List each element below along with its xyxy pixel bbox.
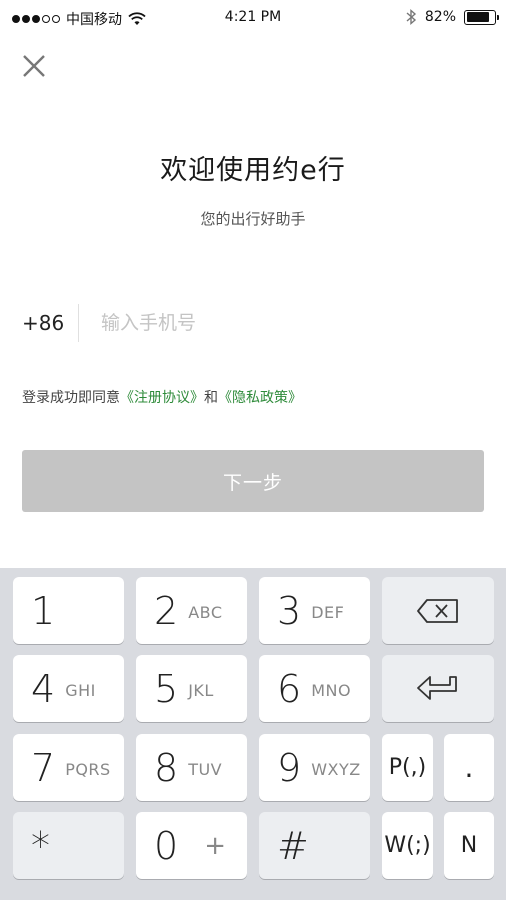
pause-key[interactable]: P(,)	[382, 734, 433, 801]
key-5[interactable]: 5 JKL	[136, 655, 247, 722]
backspace-key[interactable]	[382, 577, 494, 644]
battery-icon	[464, 9, 499, 25]
battery-fill	[466, 12, 489, 22]
key-3-number: 3	[277, 588, 302, 633]
dot-key-label: .	[464, 751, 474, 784]
hash-key[interactable]: #	[259, 812, 370, 879]
key-9-letters: WXYZ	[311, 760, 361, 779]
key-2-number: 2	[154, 588, 179, 633]
key-6[interactable]: 6 MNO	[259, 655, 370, 722]
phone-divider	[78, 304, 79, 342]
enter-icon	[417, 675, 457, 700]
key-6-number: 6	[277, 666, 302, 711]
key-9-number: 9	[277, 745, 302, 790]
star-key-label: *	[31, 823, 50, 868]
country-code[interactable]: +86	[22, 311, 78, 335]
key-8[interactable]: 8 TUV	[136, 734, 247, 801]
key-1-number: 1	[31, 588, 56, 633]
terms-link[interactable]: 《注册协议》	[120, 390, 204, 406]
wait-key-label: W(;)	[384, 833, 431, 858]
dot-key[interactable]: .	[444, 734, 494, 801]
key-6-letters: MNO	[311, 681, 352, 700]
key-1[interactable]: 1	[13, 577, 124, 644]
key-7-letters: PQRS	[65, 760, 111, 779]
hash-key-label: #	[277, 823, 309, 868]
key-4-letters: GHI	[65, 681, 96, 700]
bluetooth-icon	[406, 8, 416, 26]
n-key-label: N	[460, 833, 478, 858]
privacy-link[interactable]: 《隐私政策》	[218, 390, 302, 406]
key-3-letters: DEF	[311, 603, 345, 622]
key-7-number: 7	[31, 745, 56, 790]
key-7[interactable]: 7 PQRS	[13, 734, 124, 801]
next-step-button[interactable]: 下一步	[22, 450, 484, 512]
key-2-letters: ABC	[188, 603, 223, 622]
key-8-number: 8	[154, 745, 179, 790]
status-right: 82%	[405, 8, 499, 26]
enter-key[interactable]	[382, 655, 494, 722]
key-9[interactable]: 9 WXYZ	[259, 734, 370, 801]
pause-key-label: P(,)	[388, 755, 427, 780]
close-icon[interactable]	[20, 52, 48, 80]
key-0-plus: +	[204, 830, 226, 861]
phone-number-input[interactable]	[101, 312, 441, 334]
key-5-letters: JKL	[188, 681, 214, 700]
numeric-keyboard: 1 2 ABC 3 DEF 4 GHI 5 JKL 6 MNO 7 PQRS 8…	[0, 568, 506, 900]
agreement-and: 和	[204, 390, 218, 406]
key-0[interactable]: 0 +	[136, 812, 247, 879]
agreement-text: 登录成功即同意《注册协议》和《隐私政策》	[22, 387, 302, 407]
key-3[interactable]: 3 DEF	[259, 577, 370, 644]
key-0-number: 0	[154, 823, 179, 868]
key-4[interactable]: 4 GHI	[13, 655, 124, 722]
battery-percent: 82%	[424, 9, 456, 25]
star-key[interactable]: *	[13, 812, 124, 879]
status-bar: 中国移动 4:21 PM 82%	[0, 0, 506, 36]
backspace-icon	[417, 598, 458, 623]
phone-input-row: +86	[22, 303, 484, 343]
agreement-prefix: 登录成功即同意	[22, 390, 120, 406]
key-5-number: 5	[154, 666, 179, 711]
key-2[interactable]: 2 ABC	[136, 577, 247, 644]
key-8-letters: TUV	[188, 760, 223, 779]
wait-key[interactable]: W(;)	[382, 812, 433, 879]
page-title: 欢迎使用约e行	[160, 155, 346, 186]
key-4-number: 4	[31, 666, 56, 711]
n-key[interactable]: N	[444, 812, 494, 879]
page-subtitle: 您的出行好助手	[200, 210, 306, 228]
